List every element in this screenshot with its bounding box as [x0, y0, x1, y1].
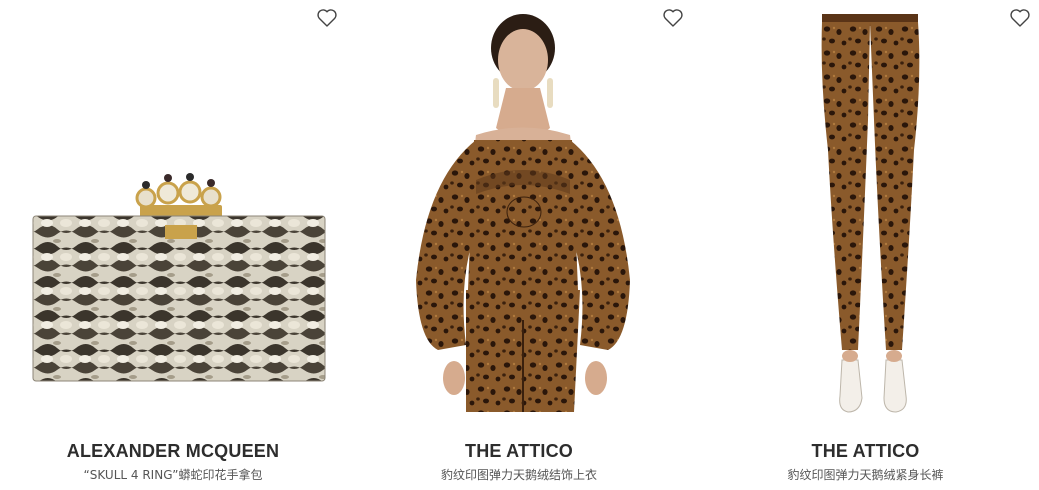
product-card[interactable]: THE ATTICO 豹纹印图弹力天鹅绒结饰上衣 — [346, 0, 692, 490]
product-brand[interactable]: THE ATTICO — [692, 441, 1039, 462]
product-description[interactable]: “SKULL 4 RING”蟒蛇印花手拿包 — [0, 466, 346, 483]
heart-outline-icon[interactable] — [662, 8, 684, 28]
leopard-velvet-top-model-image[interactable] — [346, 0, 692, 420]
heart-outline-icon[interactable] — [1009, 8, 1031, 28]
product-grid: ALEXANDER MCQUEEN “SKULL 4 RING”蟒蛇印花手拿包 — [0, 0, 1039, 490]
product-card[interactable]: THE ATTICO 豹纹印图弹力天鹅绒紧身长裤 — [692, 0, 1039, 490]
product-card[interactable]: ALEXANDER MCQUEEN “SKULL 4 RING”蟒蛇印花手拿包 — [0, 0, 346, 490]
product-description[interactable]: 豹纹印图弹力天鹅绒紧身长裤 — [692, 466, 1039, 483]
product-brand[interactable]: THE ATTICO — [346, 441, 692, 462]
heart-outline-icon[interactable] — [316, 8, 338, 28]
leopard-velvet-leggings-image[interactable] — [692, 0, 1039, 420]
product-description[interactable]: 豹纹印图弹力天鹅绒结饰上衣 — [346, 466, 692, 483]
product-brand[interactable]: ALEXANDER MCQUEEN — [0, 441, 346, 462]
snakeskin-clutch-image[interactable] — [0, 0, 346, 420]
